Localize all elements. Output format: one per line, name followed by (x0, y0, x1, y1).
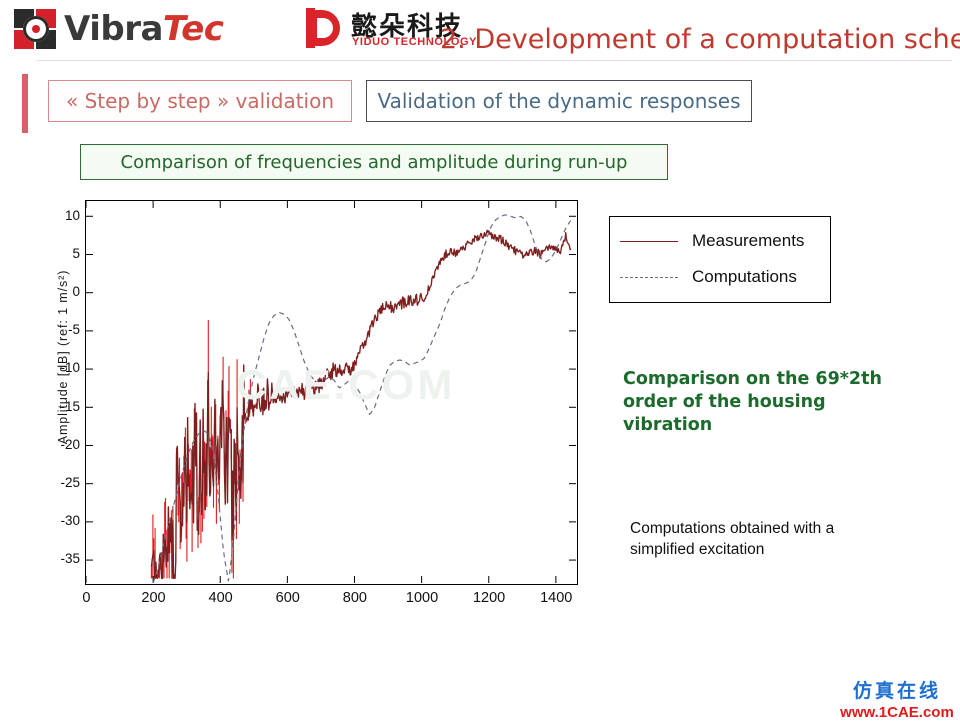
note-simplified-excitation: Computations obtained with a simplified … (630, 518, 920, 561)
x-tick-label: 1400 (540, 590, 573, 606)
x-tick-label: 600 (275, 590, 300, 606)
legend-item-computations: Computations (610, 262, 832, 292)
y-tick-label: -15 (60, 398, 80, 414)
y-tick-label: -10 (60, 360, 80, 376)
chart-y-axis-ticks: 10 5 0 -5 -10 -15 -20 -25 -30 -35 (30, 192, 80, 592)
section-subtitle: Comparison of frequencies and amplitude … (80, 144, 668, 180)
logo-dot (32, 25, 40, 33)
y-tick-label: 5 (72, 245, 80, 261)
note-green-line-2: order of the housing (623, 392, 826, 413)
x-tick-label: 200 (141, 590, 166, 606)
x-tick-label: 1000 (405, 590, 439, 606)
yiduo-mark-icon (303, 8, 345, 48)
site-watermark: 仿真在线 www.1CAE.com (836, 676, 958, 721)
vibratec-wordmark: VibraTec (64, 9, 224, 49)
y-tick-label: -25 (60, 475, 80, 491)
chart-plot-area: CAE.COM (85, 200, 578, 585)
x-tick-label: 400 (208, 590, 233, 606)
x-tick-label: 1200 (472, 590, 506, 606)
amplitude-frequency-chart: Amplitude [dB] (ref: 1 m/s²) 10 5 0 -5 -10 -1… (30, 192, 590, 622)
note-green-line-1: Comparison on the 69*2th (623, 369, 882, 389)
legend-label-measurements: Measurements (692, 231, 805, 250)
legend-line-dashed-icon (620, 276, 678, 278)
legend-item-measurements: Measurements (610, 226, 832, 256)
legend-line-solid-icon (620, 240, 678, 242)
brand-tec: Tec (162, 9, 224, 49)
y-tick-label: -35 (60, 551, 80, 567)
y-tick-label: 0 (72, 284, 80, 300)
slide-header: VibraTec 懿朵科技 YIDUO TECHNOLOGY 2. Develo… (0, 0, 960, 62)
x-tick-label: 800 (342, 590, 367, 606)
note-order-comparison: Comparison on the 69*2th order of the ho… (623, 368, 913, 437)
breadcrumb-step-by-step-validation[interactable]: « Step by step » validation (48, 80, 352, 122)
note-green-line-3: vibration (623, 415, 713, 436)
note-black-line-2: simplified excitation (630, 541, 765, 559)
y-tick-label: -5 (67, 322, 80, 338)
chart-x-axis-ticks: 0 200 400 600 800 1000 1200 1400 (82, 590, 578, 614)
left-accent-bar (22, 74, 28, 133)
note-black-line-1: Computations obtained with a (630, 520, 835, 537)
watermark-url: www.1CAE.com (840, 704, 954, 721)
chart-legend: Measurements Computations (609, 216, 831, 303)
breadcrumb-validation-dynamic-responses[interactable]: Validation of the dynamic responses (366, 80, 752, 122)
chart-series-svg (86, 201, 576, 583)
y-tick-label: 10 (64, 207, 80, 223)
x-tick-label: 0 (82, 590, 91, 606)
brand-vibra: Vibra (64, 9, 163, 49)
y-tick-label: -20 (60, 436, 80, 452)
watermark-chinese: 仿真在线 (852, 680, 941, 702)
vibratec-logo-icon (14, 9, 58, 49)
legend-label-computations: Computations (692, 267, 797, 286)
page-title: 2. Development of a computation scheme (440, 24, 960, 55)
y-tick-label: -30 (60, 513, 80, 529)
header-divider (36, 60, 952, 61)
